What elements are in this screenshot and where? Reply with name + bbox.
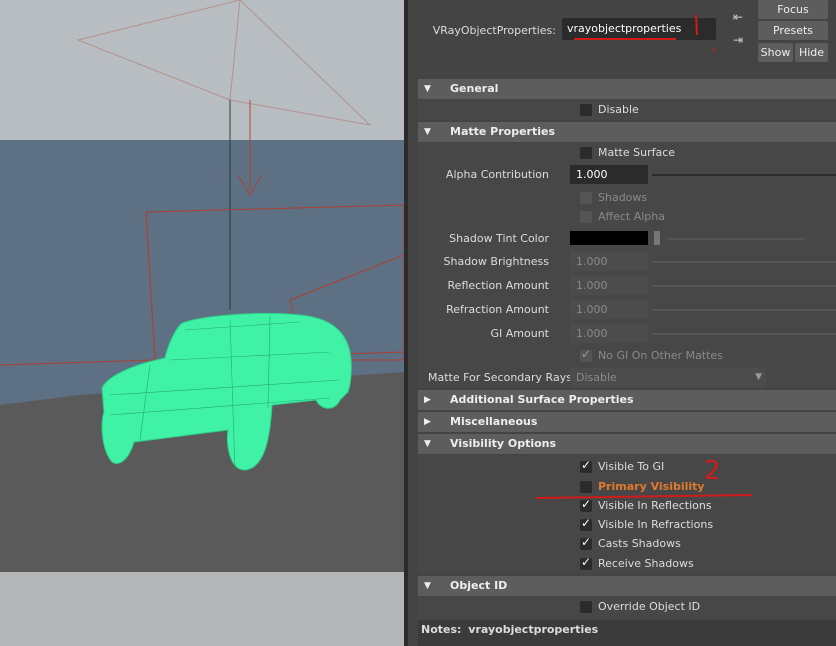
refraction-amount-slider[interactable] — [652, 309, 836, 311]
refraction-amount-field[interactable]: 1.000 — [570, 300, 648, 319]
shadow-brightness-field[interactable]: 1.000 — [570, 252, 648, 271]
disable-checkbox[interactable] — [580, 104, 592, 116]
copy-tab-icon[interactable]: ⇤ — [730, 10, 746, 24]
shadow-tint-slider[interactable] — [668, 238, 804, 240]
matte-surface-checkbox[interactable] — [580, 147, 592, 159]
shadow-brightness-row: Shadow Brightness 1.000 — [418, 252, 836, 272]
section-general: Disable — [418, 100, 836, 120]
section-object-id: Override Object ID — [418, 597, 836, 619]
notes-bar[interactable]: Notes: vrayobjectproperties — [418, 620, 836, 646]
shadow-tint-row: Shadow Tint Color — [418, 230, 836, 248]
gi-amount-slider[interactable] — [652, 333, 836, 335]
focus-button[interactable]: Focus — [758, 0, 828, 19]
matte-surface-row: Matte Surface — [418, 145, 836, 163]
section-matte-header[interactable]: ▼ Matte Properties — [418, 122, 836, 142]
visible-in-refractions-checkbox[interactable] — [580, 516, 592, 531]
receive-shadows-row: Receive Shadows — [418, 555, 836, 574]
notes-value: vrayobjectproperties — [468, 623, 599, 636]
reflection-amount-row: Reflection Amount 1.000 — [418, 276, 836, 296]
presets-button[interactable]: Presets — [758, 21, 828, 40]
section-visibility-header[interactable]: ▼ Visibility Options — [418, 434, 836, 454]
affect-alpha-checkbox[interactable] — [580, 211, 592, 223]
no-gi-checkbox[interactable] — [580, 347, 592, 362]
alpha-contribution-row: Alpha Contribution 1.000 — [418, 165, 836, 185]
expand-arrow-icon: ▶ — [424, 417, 431, 427]
chevron-down-icon: ▼ — [755, 372, 762, 382]
collapse-arrow-icon: ▼ — [424, 84, 431, 94]
expand-arrow-icon: ▶ — [424, 395, 431, 405]
show-button[interactable]: Show — [758, 43, 793, 62]
node-name-label: VRayObjectProperties: — [432, 24, 556, 37]
override-object-id-checkbox[interactable] — [580, 601, 592, 613]
viewport-3d[interactable] — [0, 0, 404, 646]
casts-shadows-checkbox[interactable] — [580, 535, 592, 550]
shadows-checkbox[interactable] — [580, 192, 592, 204]
section-object-id-header[interactable]: ▼ Object ID — [418, 576, 836, 596]
shadow-tint-slider-handle[interactable] — [654, 231, 660, 245]
collapse-arrow-icon: ▼ — [424, 581, 431, 591]
collapse-arrow-icon: ▼ — [424, 439, 431, 449]
annotation-primary-visibility — [535, 494, 753, 499]
reflection-amount-field[interactable]: 1.000 — [570, 276, 648, 295]
load-selected-icon[interactable]: ⇥ — [730, 33, 746, 47]
alpha-contribution-field[interactable]: 1.000 — [570, 165, 648, 184]
override-object-id-row: Override Object ID — [418, 599, 836, 617]
casts-shadows-row: Casts Shadows — [418, 535, 836, 554]
section-general-header[interactable]: ▼ General — [418, 79, 836, 99]
reflection-amount-slider[interactable] — [652, 285, 836, 287]
refraction-amount-row: Refraction Amount 1.000 — [418, 300, 836, 320]
section-matte: Matte Surface Alpha Contribution 1.000 S… — [418, 143, 836, 388]
annotation-number: 2 — [704, 456, 721, 486]
no-gi-row: No GI On Other Mattes — [418, 347, 836, 366]
gi-amount-field[interactable]: 1.000 — [570, 324, 648, 343]
annotation-underline-1 — [574, 15, 716, 52]
matte-secondary-rays-row: Matte For Secondary Rays Disable ▼ — [418, 368, 836, 388]
shadow-tint-swatch[interactable] — [570, 231, 648, 245]
collapse-arrow-icon: ▼ — [424, 127, 431, 137]
matte-secondary-rays-dropdown[interactable]: Disable ▼ — [570, 368, 766, 387]
hide-button[interactable]: Hide — [795, 43, 828, 62]
visible-in-refractions-row: Visible In Refractions — [418, 516, 836, 535]
alpha-contribution-slider[interactable] — [652, 174, 836, 176]
disable-row: Disable — [418, 102, 836, 120]
section-additional-header[interactable]: ▶ Additional Surface Properties — [418, 390, 836, 410]
affect-alpha-row: Affect Alpha — [418, 209, 836, 227]
gi-amount-row: GI Amount 1.000 — [418, 324, 836, 344]
section-misc-header[interactable]: ▶ Miscellaneous — [418, 412, 836, 432]
shadow-brightness-slider[interactable] — [652, 261, 836, 263]
viewport-scene — [0, 0, 404, 646]
shadows-row: Shadows — [418, 190, 836, 208]
attribute-editor: VRayObjectProperties: vrayobjectproperti… — [408, 0, 836, 646]
receive-shadows-checkbox[interactable] — [580, 555, 592, 570]
notes-label: Notes: — [421, 623, 462, 636]
